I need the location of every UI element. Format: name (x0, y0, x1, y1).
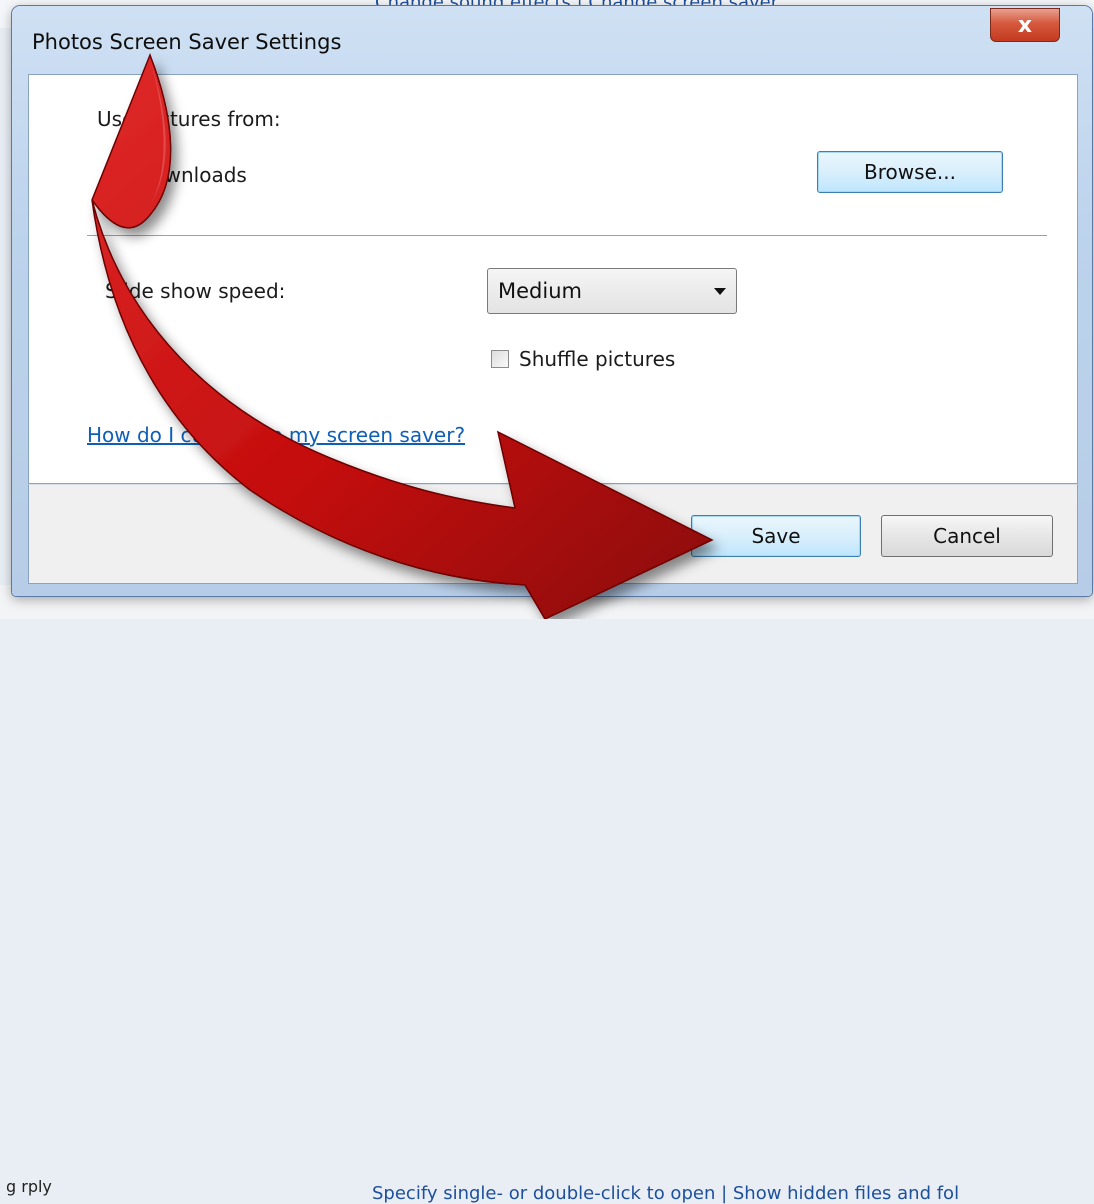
save-button[interactable]: Save (691, 515, 861, 557)
save-label: Save (751, 524, 801, 548)
help-link[interactable]: How do I customize my screen saver? (87, 423, 465, 447)
slideshow-speed-label: Slide show speed: (105, 279, 286, 303)
shuffle-label[interactable]: Shuffle pictures (519, 347, 675, 371)
screen-saver-settings-dialog: Photos Screen Saver Settings x Use pictu… (12, 6, 1092, 596)
browse-label: Browse... (864, 160, 956, 184)
chevron-down-icon (714, 288, 726, 295)
title-bar[interactable]: Photos Screen Saver Settings x (12, 6, 1092, 76)
close-button[interactable]: x (990, 8, 1060, 42)
browse-button[interactable]: Browse... (817, 151, 1003, 193)
background-text-left: g rply (6, 1177, 52, 1196)
speed-selected-value: Medium (498, 279, 582, 303)
speed-dropdown[interactable]: Medium (487, 268, 737, 314)
background-links-bottom: Specify single- or double-click to open … (372, 1183, 960, 1204)
settings-panel: Use pictures from: Downloads Browse... S… (28, 74, 1078, 484)
dialog-footer: Save Cancel (28, 484, 1078, 584)
shuffle-checkbox[interactable] (491, 350, 509, 368)
close-icon: x (1017, 12, 1033, 38)
dialog-title: Photos Screen Saver Settings (32, 30, 342, 54)
section-divider (87, 235, 1047, 236)
use-pictures-label: Use pictures from: (97, 107, 281, 131)
cancel-label: Cancel (933, 524, 1001, 548)
folder-name: Downloads (137, 163, 247, 187)
cancel-button[interactable]: Cancel (881, 515, 1053, 557)
